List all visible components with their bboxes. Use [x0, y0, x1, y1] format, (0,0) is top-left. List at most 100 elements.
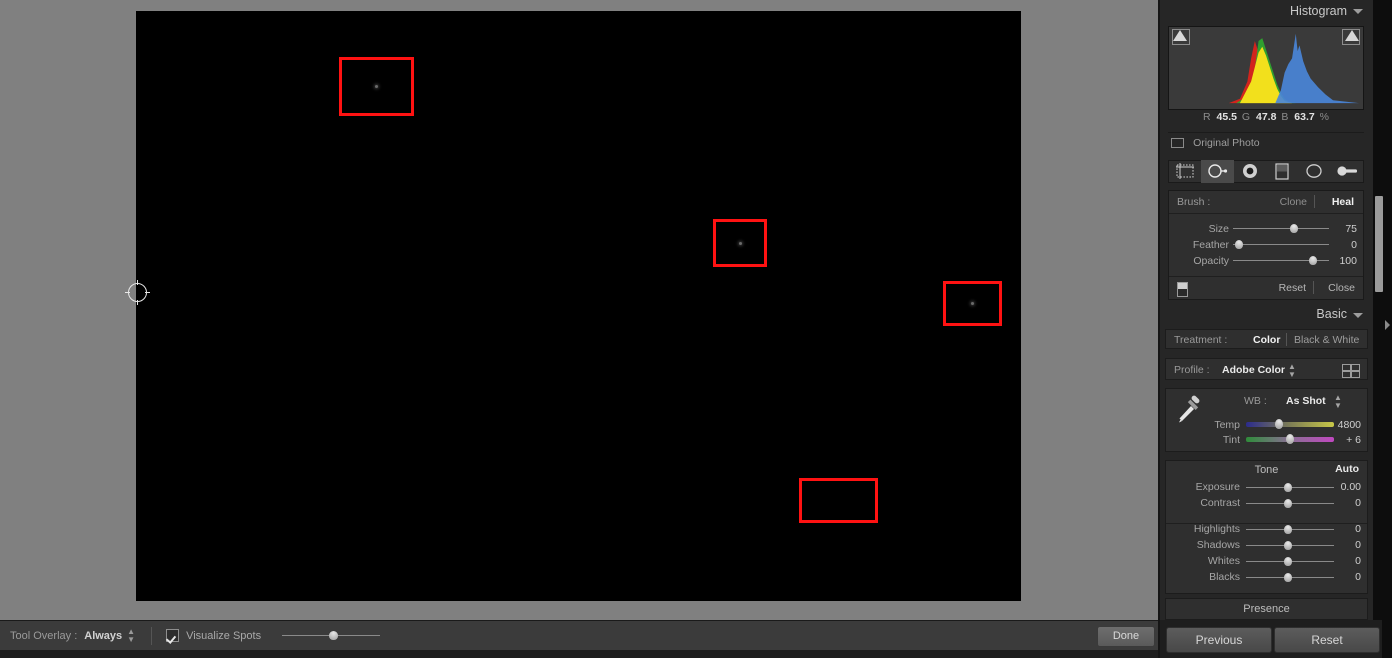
- right-panel-scrollbar-gutter[interactable]: [1373, 0, 1392, 620]
- slider-knob[interactable]: [1284, 541, 1292, 550]
- profile-value[interactable]: Adobe Color: [1222, 364, 1285, 376]
- b-label: B: [1281, 111, 1289, 123]
- tone-slider-shadows[interactable]: Shadows 0: [1166, 537, 1367, 553]
- spot-reset-button[interactable]: Reset: [1279, 282, 1306, 294]
- g-label: G: [1241, 111, 1251, 123]
- slider-knob[interactable]: [1284, 557, 1292, 566]
- dust-spot: [738, 241, 742, 245]
- heal-mode-button[interactable]: Heal: [1332, 196, 1354, 208]
- crop-tool-icon[interactable]: [1169, 160, 1201, 183]
- tone-slider-highlights[interactable]: Highlights 0: [1166, 521, 1367, 537]
- treatment-divider: [1286, 333, 1287, 346]
- histogram-header[interactable]: Histogram: [1160, 0, 1373, 22]
- develop-tool-strip[interactable]: [1168, 160, 1364, 183]
- visualize-spots-checkbox[interactable]: [166, 629, 180, 642]
- slider-knob[interactable]: [1274, 419, 1283, 429]
- right-panel-scrollbar-thumb[interactable]: [1375, 196, 1383, 292]
- develop-toolbar: Tool Overlay : Always ▲ ▼ Visualize Spots…: [0, 620, 1160, 651]
- slider-knob[interactable]: [1286, 434, 1295, 444]
- slider-value: 75: [1345, 223, 1357, 235]
- treatment-label: Treatment :: [1174, 334, 1228, 346]
- bottom-filler: [0, 650, 1160, 658]
- basic-panel-header[interactable]: Basic: [1160, 305, 1373, 325]
- spot-annotation-layer: [136, 11, 1021, 601]
- slider-label: Highlights: [1193, 523, 1240, 535]
- slider-label: Shadows: [1196, 539, 1240, 551]
- visualize-spots-knob[interactable]: [329, 630, 339, 640]
- slider-knob[interactable]: [1284, 499, 1292, 508]
- reset-button[interactable]: Reset: [1274, 627, 1380, 653]
- slider-label: Blacks: [1209, 571, 1240, 583]
- slider-track-area[interactable]: [1233, 256, 1329, 265]
- red-eye-tool-icon[interactable]: [1234, 160, 1266, 183]
- slider-track-area[interactable]: [1233, 224, 1329, 233]
- spot-close-button[interactable]: Close: [1328, 282, 1355, 294]
- image-work-area[interactable]: [0, 0, 1160, 620]
- wb-value[interactable]: As Shot: [1286, 395, 1326, 407]
- histogram-chevron-down-icon[interactable]: [1353, 9, 1363, 14]
- tone-slider-contrast[interactable]: Contrast 0: [1166, 495, 1367, 511]
- radial-filter-tool-icon[interactable]: [1298, 160, 1330, 183]
- original-photo-icon: [1171, 138, 1184, 149]
- profile-browser-grid-icon[interactable]: [1342, 364, 1360, 378]
- presence-block[interactable]: Presence: [1165, 598, 1368, 620]
- histogram-chart: [1172, 33, 1360, 104]
- original-photo-row[interactable]: Original Photo: [1168, 132, 1364, 155]
- panel-collapse-arrow-icon[interactable]: [1385, 320, 1390, 330]
- tone-auto-button[interactable]: Auto: [1335, 463, 1359, 475]
- wb-slider-temp[interactable]: Temp 4800: [1166, 417, 1367, 432]
- wb-slider-tint[interactable]: Tint + 6: [1166, 432, 1367, 447]
- photo-canvas[interactable]: [136, 11, 1021, 601]
- spot-slider-size[interactable]: Size 75: [1169, 221, 1363, 237]
- histogram-title: Histogram: [1290, 4, 1347, 18]
- slider-knob[interactable]: [1308, 256, 1317, 265]
- slider-track: [1233, 228, 1329, 229]
- adjustment-brush-tool-icon[interactable]: [1331, 160, 1363, 183]
- tool-overlay-stepper-icon[interactable]: ▲ ▼: [127, 627, 135, 644]
- slider-knob[interactable]: [1234, 240, 1243, 249]
- done-button[interactable]: Done: [1097, 626, 1155, 647]
- brush-mode-row: Brush : Clone Heal: [1169, 191, 1363, 214]
- slider-knob[interactable]: [1284, 525, 1292, 534]
- tone-slider-whites[interactable]: Whites 0: [1166, 553, 1367, 569]
- r-value: 45.5: [1216, 111, 1237, 123]
- white-balance-block: WB : As Shot ▲ ▼ Temp 4800 Tint + 6: [1165, 388, 1368, 452]
- histogram-panel[interactable]: [1168, 26, 1364, 110]
- visualize-spots-slider[interactable]: [282, 630, 381, 642]
- tone-slider-exposure[interactable]: Exposure 0.00: [1166, 479, 1367, 495]
- slider-value: 0.00: [1340, 481, 1361, 493]
- highlight-clipping-indicator-icon[interactable]: [1345, 30, 1359, 41]
- brush-label: Brush :: [1177, 196, 1211, 208]
- basic-chevron-down-icon[interactable]: [1353, 313, 1363, 318]
- treatment-bw-button[interactable]: Black & White: [1294, 334, 1359, 346]
- spot-annotation-rect[interactable]: [799, 478, 878, 523]
- tone-slider-group-bottom: Highlights 0 Shadows 0 Whites 0 Blacks 0: [1166, 511, 1367, 585]
- original-photo-label: Original Photo: [1193, 137, 1260, 149]
- slider-value: 0: [1355, 497, 1361, 509]
- slider-knob[interactable]: [1284, 483, 1292, 492]
- slider-label: Size: [1208, 223, 1229, 235]
- shadow-clipping-indicator-icon[interactable]: [1173, 30, 1187, 41]
- percent-unit: %: [1319, 111, 1329, 123]
- histogram-rgb-readout: R 45.5 G 47.8 B 63.7 %: [1168, 111, 1364, 125]
- g-value: 47.8: [1255, 111, 1277, 123]
- graduated-filter-tool-icon[interactable]: [1266, 160, 1298, 183]
- tone-slider-blacks[interactable]: Blacks 0: [1166, 569, 1367, 585]
- wb-label: WB :: [1244, 395, 1267, 407]
- dust-spot: [971, 302, 974, 305]
- profile-stepper-icon[interactable]: ▲ ▼: [1288, 363, 1296, 379]
- spot-removal-tool-icon[interactable]: [1201, 160, 1234, 183]
- slider-knob[interactable]: [1289, 224, 1298, 233]
- previous-button[interactable]: Previous: [1166, 627, 1272, 653]
- slider-knob[interactable]: [1284, 573, 1292, 582]
- spot-slider-opacity[interactable]: Opacity 100: [1169, 253, 1363, 269]
- spot-toggle-switch-icon[interactable]: [1177, 282, 1188, 297]
- slider-gradient-track[interactable]: [1246, 422, 1334, 427]
- slider-label: Opacity: [1193, 255, 1229, 267]
- wb-stepper-icon[interactable]: ▲ ▼: [1334, 394, 1342, 410]
- clone-mode-button[interactable]: Clone: [1280, 196, 1307, 208]
- tool-overlay-value[interactable]: Always: [84, 630, 122, 642]
- spot-slider-feather[interactable]: Feather 0: [1169, 237, 1363, 253]
- slider-track-area[interactable]: [1233, 240, 1329, 249]
- treatment-color-button[interactable]: Color: [1253, 334, 1280, 346]
